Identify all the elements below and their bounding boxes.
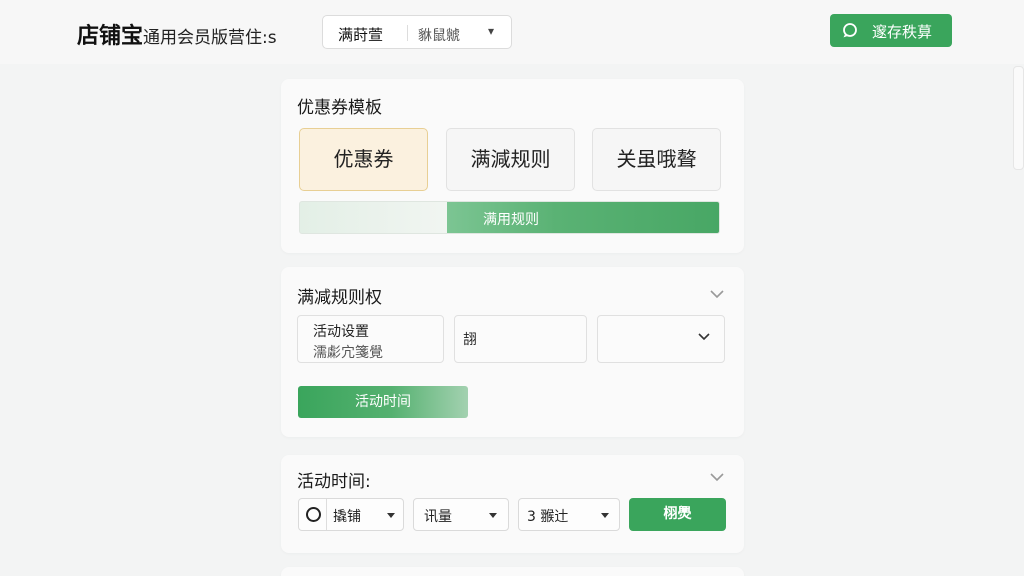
activity-time-button[interactable]: 活动时间 [298, 386, 468, 418]
store-select[interactable]: 满莳萱 貅鼠虩 ▾ [322, 15, 512, 49]
chevron-down-icon [698, 333, 710, 341]
activity-settings-title: 活动设置 [313, 324, 369, 340]
rule-value-input[interactable]: 翓 [454, 315, 587, 363]
activity-settings-field[interactable]: 活动设置 濡虨宂箋覺 [297, 315, 444, 363]
top-bar: 店铺宝通用会员版营住:s 满莳萱 貅鼠虩 ▾ 邃存秩萛 [0, 0, 1024, 64]
chevron-down-icon[interactable] [709, 472, 725, 482]
contact-button[interactable]: 邃存秩萛 [830, 14, 952, 47]
app-subtitle: 通用会员版营住:s [143, 28, 277, 48]
template-tile-third[interactable]: 关虽哦聱 [592, 128, 721, 191]
chevron-down-icon[interactable] [709, 289, 725, 299]
rules-card: 满减规则权 活动设置 濡虨宂箋覺 翓 活动时间 [281, 267, 744, 437]
time-select-store-label: 撬铺 [333, 509, 361, 525]
rule-type-dropdown[interactable] [597, 315, 725, 363]
time-select-store[interactable]: 撬铺 [298, 498, 404, 531]
time-section-title: 活动时间: [297, 472, 371, 492]
time-select-period-label: 3 翭辻 [527, 509, 569, 525]
time-card: 活动时间: 撬铺 讯量 3 翭辻 栩爂 [281, 455, 744, 553]
store-select-divider [407, 25, 408, 41]
select-divider [326, 499, 327, 530]
template-tile-coupon[interactable]: 优惠券 [299, 128, 428, 191]
chat-bubble-icon [843, 23, 857, 38]
contact-button-label: 邃存秩萛 [872, 23, 933, 41]
app-name: 店铺宝 [77, 24, 144, 49]
template-tile-discount-rule[interactable]: 满減规则 [446, 128, 575, 191]
progress-bar-label: 满用规则 [483, 212, 539, 228]
store-select-secondary: 貅鼠虩 [418, 28, 460, 44]
time-select-quantity[interactable]: 讯量 [413, 498, 509, 531]
scrollbar-thumb[interactable] [1013, 66, 1024, 170]
radio-icon [306, 507, 321, 522]
caret-down-icon [387, 513, 395, 518]
caret-down-icon [601, 513, 609, 518]
caret-down-icon [489, 513, 497, 518]
rule-value-text: 翓 [463, 332, 477, 348]
template-section-title: 优惠券模板 [297, 98, 382, 118]
confirm-button[interactable]: 栩爂 [629, 498, 726, 531]
activity-settings-subtitle: 濡虨宂箋覺 [313, 345, 383, 361]
progress-bar: 满用规则 [299, 201, 720, 234]
store-select-value: 满莳萱 [338, 26, 384, 44]
template-card: 优惠券模板 优惠券 满減规则 关虽哦聱 满用规则 [281, 79, 744, 253]
time-select-period[interactable]: 3 翭辻 [518, 498, 620, 531]
chevron-down-icon: ▾ [488, 24, 495, 38]
app-title: 店铺宝通用会员版营住:s [77, 18, 277, 50]
rules-section-title: 满减规则权 [297, 288, 382, 308]
next-card [281, 567, 744, 576]
time-select-quantity-label: 讯量 [424, 509, 452, 525]
